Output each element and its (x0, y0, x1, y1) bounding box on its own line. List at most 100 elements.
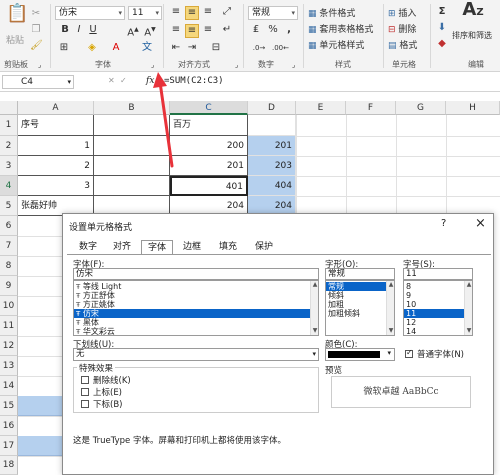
font-style-scrollbar[interactable]: ▲ ▼ (386, 281, 394, 335)
wrap-text-icon[interactable]: ↵ (220, 24, 234, 36)
table-format-button[interactable]: ▦ 套用表格格式 (308, 22, 373, 35)
font-style-option[interactable]: 倾斜 (326, 291, 394, 300)
font-style-input[interactable]: 常规 (325, 268, 395, 280)
font-style-option-selected[interactable]: 常规 (326, 282, 394, 291)
cell-d3[interactable]: 203 (248, 156, 296, 176)
strikethrough-checkbox[interactable] (81, 376, 89, 384)
tab-number[interactable]: 数字 (73, 240, 103, 254)
sort-filter-icon[interactable]: AZ (462, 1, 484, 19)
insert-button[interactable]: ⊞ 插入 (388, 6, 416, 19)
subscript-checkbox[interactable] (81, 400, 89, 408)
clear-icon[interactable]: ◆ (436, 38, 448, 50)
row-header-12[interactable]: 12 (0, 336, 18, 356)
row-header-7[interactable]: 7 (0, 236, 18, 256)
font-option[interactable]: Ŧ 方正姚体 (74, 300, 318, 309)
font-option[interactable]: Ŧ 等线 Light (74, 282, 318, 291)
italic-icon[interactable]: I (74, 24, 84, 36)
increase-decimal-icon[interactable]: .0→ (252, 42, 266, 54)
row-header-5[interactable]: 5 (0, 196, 18, 216)
column-header-e[interactable]: E (296, 101, 346, 115)
row-header-13[interactable]: 13 (0, 356, 18, 376)
column-header-a[interactable]: A (18, 101, 94, 115)
phonetic-icon[interactable]: 文 (140, 42, 154, 54)
cell-a3[interactable]: 2 (18, 156, 94, 176)
currency-icon[interactable]: ₤ (250, 24, 262, 36)
font-option[interactable]: Ŧ 黑体 (74, 318, 318, 327)
name-box[interactable]: C4 ▾ (2, 75, 74, 89)
row-header-4[interactable]: 4 (0, 176, 18, 196)
format-button[interactable]: ▤ 格式 (388, 38, 417, 51)
color-picker[interactable]: ▾ (325, 348, 395, 361)
font-size-option[interactable]: 14 (404, 327, 472, 336)
row-header-16[interactable]: 16 (0, 416, 18, 436)
font-style-list[interactable]: 常规 倾斜 加粗 加粗倾斜 ▲ ▼ (325, 280, 395, 336)
row-header-6[interactable]: 6 (0, 216, 18, 236)
sort-filter-button[interactable]: 排序和筛选 (452, 30, 492, 41)
number-launcher-icon[interactable]: ⌟ (292, 59, 295, 71)
decrease-decimal-icon[interactable]: .00← (272, 42, 289, 54)
font-input[interactable]: 仿宋 (73, 268, 319, 280)
row-header-10[interactable]: 10 (0, 296, 18, 316)
font-option-selected[interactable]: Ŧ 仿宋 (74, 309, 318, 318)
row-header-15[interactable]: 15 (0, 396, 18, 416)
align-center-icon[interactable]: ≡ (185, 24, 199, 38)
scroll-up-icon[interactable]: ▲ (311, 281, 319, 289)
increase-font-icon[interactable]: A▲ (126, 24, 140, 39)
row-header-18[interactable]: 18 (0, 456, 18, 475)
cell-d2[interactable]: 201 (248, 136, 296, 156)
increase-indent-icon[interactable]: ⇥ (186, 42, 198, 54)
font-size-combo[interactable]: 11 ▾ (128, 6, 162, 20)
row-header-17[interactable]: 17 (0, 436, 18, 456)
cell-b4[interactable] (94, 176, 170, 196)
number-format-combo[interactable]: 常规 ▾ (248, 6, 298, 20)
tab-alignment[interactable]: 对齐 (107, 240, 137, 254)
cancel-formula-icon[interactable]: ✕ (108, 76, 118, 88)
row-header-3[interactable]: 3 (0, 156, 18, 176)
copy-icon[interactable]: ❐ (30, 24, 42, 36)
row-header-2[interactable]: 2 (0, 136, 18, 156)
borders-icon[interactable]: ⊞ (58, 42, 70, 54)
font-list-scrollbar[interactable]: ▲ ▼ (310, 281, 318, 335)
cell-c4-active[interactable]: 401 (170, 176, 248, 196)
bold-icon[interactable]: B (60, 24, 70, 36)
percent-button[interactable]: % (268, 24, 278, 36)
decrease-font-icon[interactable]: A▼ (143, 24, 157, 39)
underline-select[interactable]: 无 ▾ (73, 348, 319, 361)
tab-border[interactable]: 边框 (177, 240, 207, 254)
column-header-d[interactable]: D (248, 101, 296, 115)
font-style-option[interactable]: 加粗 (326, 300, 394, 309)
tab-fill[interactable]: 填充 (213, 240, 243, 254)
column-header-h[interactable]: H (446, 101, 500, 115)
tab-protection[interactable]: 保护 (249, 240, 279, 254)
font-size-input[interactable]: 11 (403, 268, 473, 280)
font-option[interactable]: Ŧ 华文彩云 (74, 327, 318, 336)
align-bottom-icon[interactable]: ≡ (202, 6, 214, 18)
help-button[interactable]: ? (441, 218, 446, 229)
close-button[interactable]: × (475, 216, 486, 231)
underline-icon[interactable]: U (88, 24, 98, 36)
conditional-format-button[interactable]: ▦ 条件格式 (308, 6, 355, 19)
scroll-down-icon[interactable]: ▼ (311, 327, 319, 335)
font-size-option[interactable]: 10 (404, 300, 472, 309)
row-header-9[interactable]: 9 (0, 276, 18, 296)
font-size-list[interactable]: 8 9 10 11 12 14 ▲ ▼ (403, 280, 473, 336)
align-middle-icon[interactable]: ≡ (185, 6, 199, 20)
orientation-icon[interactable]: ⤢ (220, 6, 234, 18)
fill-icon[interactable]: ⬇ (436, 22, 448, 34)
superscript-checkbox[interactable] (81, 388, 89, 396)
scroll-down-icon[interactable]: ▼ (387, 327, 395, 335)
font-size-scrollbar[interactable]: ▲ ▼ (464, 281, 472, 335)
scroll-up-icon[interactable]: ▲ (387, 281, 395, 289)
column-header-f[interactable]: F (346, 101, 396, 115)
font-color-icon[interactable]: A (110, 42, 122, 54)
confirm-formula-icon[interactable]: ✓ (120, 76, 130, 88)
alignment-launcher-icon[interactable]: ⌟ (235, 59, 238, 71)
cell-a2[interactable]: 1 (18, 136, 94, 156)
delete-button[interactable]: ⊟ 删除 (388, 22, 416, 35)
row-header-8[interactable]: 8 (0, 256, 18, 276)
cut-icon[interactable]: ✂ (30, 8, 42, 20)
align-top-icon[interactable]: ≡ (170, 6, 182, 18)
font-size-option[interactable]: 9 (404, 291, 472, 300)
align-left-icon[interactable]: ≡ (170, 24, 182, 36)
paste-button[interactable]: 粘贴 (6, 33, 24, 46)
